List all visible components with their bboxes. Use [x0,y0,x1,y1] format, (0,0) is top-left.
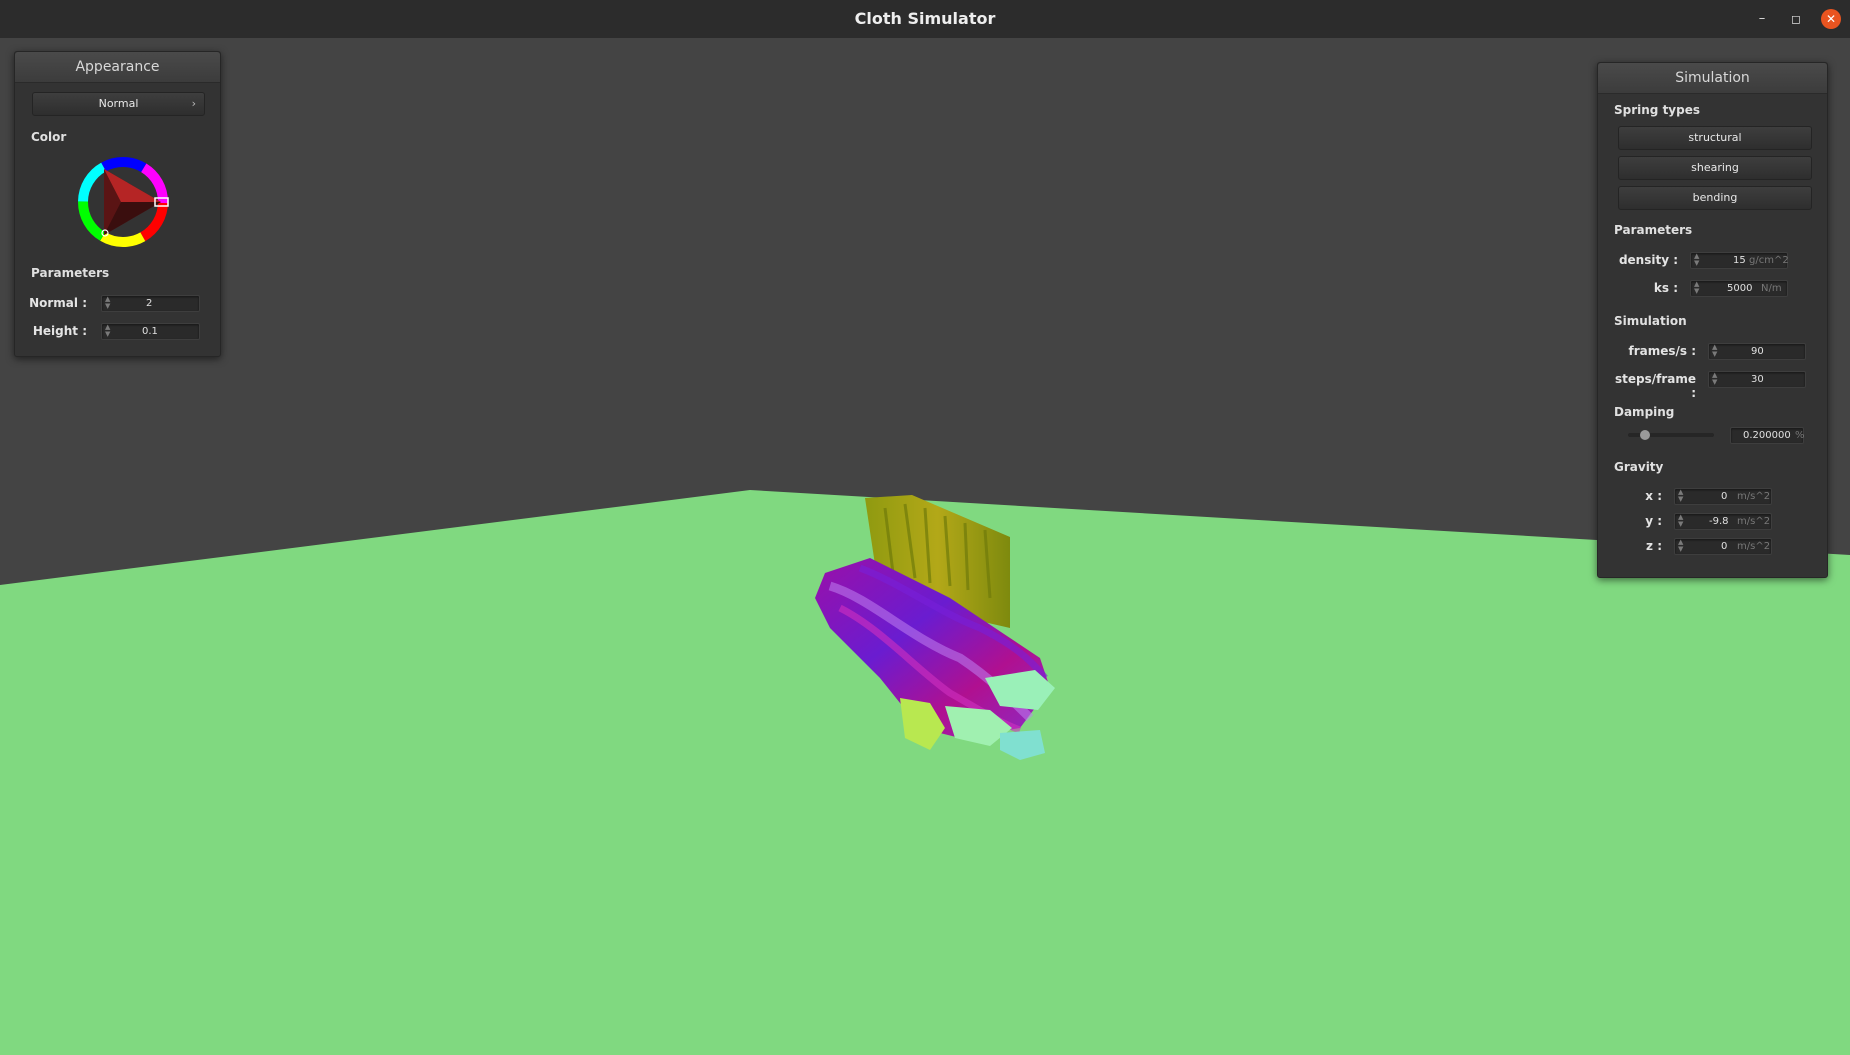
gravity-z-value: 0 [1721,541,1728,552]
maximize-button[interactable]: ◻ [1786,9,1806,29]
density-unit: g/cm^2 [1749,255,1789,266]
spinner-icon[interactable]: ▲ ▼ [105,296,110,310]
simulation-parameters-label: Parameters [1614,223,1693,237]
spinner-icon[interactable]: ▲ ▼ [1712,372,1717,386]
appearance-parameters-label: Parameters [31,266,110,280]
gravity-y-unit: m/s^2 [1737,516,1771,527]
simulation-panel: Simulation Spring types structural shear… [1597,62,1828,578]
gravity-x-unit: m/s^2 [1737,491,1771,502]
density-value: 15 [1733,255,1746,266]
chevron-right-icon: › [191,97,196,110]
steps-value: 30 [1751,374,1764,385]
ks-label: ks : [1653,281,1678,295]
shading-mode-dropdown[interactable]: Normal › [32,92,205,116]
title-bar: Cloth Simulator – ◻ ✕ [0,0,1850,39]
3d-viewport[interactable] [0,38,1850,1055]
bending-spring-button[interactable]: bending [1618,186,1812,210]
damping-input[interactable]: 0.200000 % [1730,427,1805,444]
ks-input[interactable]: ▲ ▼ 5000 N/m [1690,280,1788,297]
simulation-section-label: Simulation [1614,314,1687,328]
damping-slider-handle[interactable] [1640,430,1651,440]
gravity-y-input[interactable]: ▲ ▼ -9.8 m/s^2 [1674,513,1772,530]
height-input[interactable]: ▲ ▼ 0.1 [101,323,200,340]
frames-label: frames/s : [1628,344,1696,358]
damping-label: Damping [1614,405,1675,419]
spinner-icon[interactable]: ▲ ▼ [105,324,110,338]
frames-input[interactable]: ▲ ▼ 90 [1708,343,1806,360]
spinner-icon[interactable]: ▲ ▼ [1694,253,1699,267]
scene-canvas [0,38,1850,1055]
gravity-z-label: z : [1646,539,1662,553]
damping-unit: % [1795,430,1805,441]
gravity-x-label: x : [1645,489,1662,503]
ks-value: 5000 [1727,283,1753,294]
steps-label: steps/frame : [1614,372,1696,400]
appearance-panel-title: Appearance [15,52,220,83]
simulation-panel-title: Simulation [1598,63,1827,94]
gravity-y-value: -9.8 [1709,516,1729,527]
spring-types-label: Spring types [1614,103,1701,117]
shearing-spring-button[interactable]: shearing [1618,156,1812,180]
close-button[interactable]: ✕ [1821,9,1841,29]
spinner-icon[interactable]: ▲ ▼ [1694,281,1699,295]
structural-spring-button[interactable]: structural [1618,126,1812,150]
gravity-label: Gravity [1614,460,1664,474]
gravity-x-value: 0 [1721,491,1728,502]
ks-unit: N/m [1761,283,1782,294]
spinner-icon[interactable]: ▲ ▼ [1678,539,1683,553]
minimize-button[interactable]: – [1752,9,1772,29]
shading-mode-value: Normal [98,97,139,110]
gravity-y-label: y : [1645,514,1662,528]
height-value: 0.1 [142,326,158,337]
color-wheel[interactable] [73,152,173,252]
appearance-panel: Appearance Normal › Color Parameters Nor… [14,51,221,357]
spinner-icon[interactable]: ▲ ▼ [1678,514,1683,528]
frames-value: 90 [1751,346,1764,357]
gravity-z-unit: m/s^2 [1737,541,1771,552]
normal-input[interactable]: ▲ ▼ 2 [101,295,200,312]
height-label: Height : [32,324,87,338]
spinner-icon[interactable]: ▲ ▼ [1712,344,1717,358]
gravity-x-input[interactable]: ▲ ▼ 0 m/s^2 [1674,488,1772,505]
density-label: density : [1618,253,1678,267]
damping-value: 0.200000 [1743,430,1791,441]
spinner-icon[interactable]: ▲ ▼ [1678,489,1683,503]
normal-label: Normal : [29,296,87,310]
gravity-z-input[interactable]: ▲ ▼ 0 m/s^2 [1674,538,1772,555]
damping-slider[interactable] [1628,430,1714,440]
normal-value: 2 [146,298,153,309]
color-section-label: Color [31,130,67,144]
density-input[interactable]: ▲ ▼ 15 g/cm^2 [1690,252,1789,269]
steps-input[interactable]: ▲ ▼ 30 [1708,371,1806,388]
window-title: Cloth Simulator [854,9,996,28]
